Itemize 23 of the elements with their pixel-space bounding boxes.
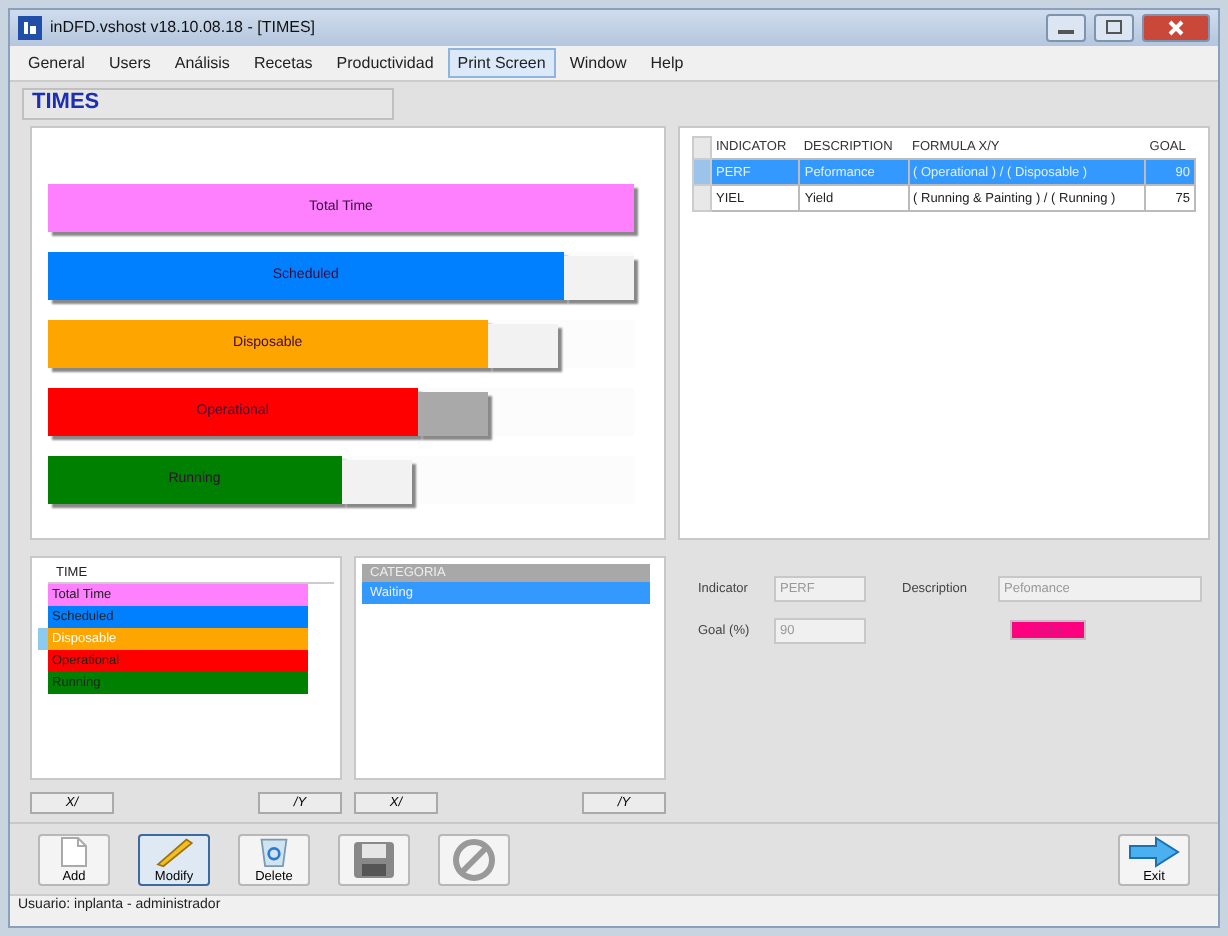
- close-button[interactable]: [1142, 13, 1210, 42]
- menu-item[interactable]: Recetas: [243, 47, 323, 78]
- screen-title: TIMES: [22, 87, 394, 120]
- maximize-icon: [1106, 20, 1122, 35]
- menu-item[interactable]: Análisis: [164, 47, 240, 78]
- save-button[interactable]: [338, 833, 410, 886]
- cancel-button[interactable]: [438, 833, 510, 886]
- app-icon: [18, 15, 42, 40]
- window-title: inDFD.vshost v18.10.08.18 - [TIMES]: [50, 18, 315, 37]
- menu-item[interactable]: General: [18, 47, 95, 78]
- pencil-icon: [152, 835, 196, 868]
- menu-item[interactable]: Users: [98, 47, 161, 78]
- minimize-button[interactable]: [1046, 13, 1086, 42]
- arrow-icon: [1128, 835, 1180, 868]
- menu-item[interactable]: Window: [559, 47, 637, 78]
- prohibited-icon: [452, 837, 496, 882]
- menu-item[interactable]: Print Screen: [447, 47, 556, 78]
- trash-can-icon: [258, 835, 290, 868]
- menu-item[interactable]: Help: [640, 47, 694, 78]
- close-icon: [1168, 19, 1184, 36]
- document-icon: [60, 835, 88, 868]
- maximize-button[interactable]: [1094, 13, 1134, 42]
- menu-item[interactable]: Productividad: [326, 47, 444, 78]
